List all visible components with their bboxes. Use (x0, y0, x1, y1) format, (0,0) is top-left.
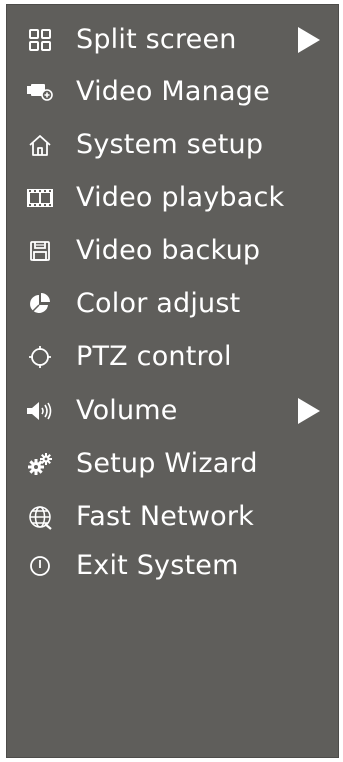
menu-item-video-manage[interactable]: Video Manage (6, 68, 339, 116)
speaker-icon (26, 397, 54, 425)
menu-item-label: Color adjust (76, 288, 241, 319)
globe-icon (26, 503, 54, 531)
menu-item-label: Volume (76, 395, 178, 426)
power-icon (26, 552, 54, 580)
menu-item-system-setup[interactable]: System setup (6, 121, 339, 169)
menu-item-label: PTZ control (76, 341, 232, 372)
crosshair-icon (26, 343, 54, 371)
grid-icon (26, 26, 54, 54)
home-icon (26, 131, 54, 159)
pie-icon (26, 290, 54, 318)
menu-item-fast-network[interactable]: Fast Network (6, 493, 339, 541)
menu-item-setup-wizard[interactable]: Setup Wizard (6, 440, 339, 488)
menu-item-label: Video Manage (76, 76, 270, 107)
menu-item-label: Video backup (76, 235, 261, 266)
floppy-icon (26, 237, 54, 265)
menu-item-ptz-control[interactable]: PTZ control (6, 333, 339, 381)
gears-icon (26, 450, 54, 478)
menu-item-label: Fast Network (76, 501, 254, 532)
menu-item-split-screen[interactable]: Split screen (6, 16, 339, 64)
menu-item-label: Setup Wizard (76, 448, 258, 479)
menu-item-video-playback[interactable]: Video playback (6, 174, 339, 222)
film-icon (26, 184, 54, 212)
submenu-arrow-icon (298, 398, 320, 424)
menu-item-label: Split screen (76, 24, 237, 55)
menu-item-exit-system[interactable]: Exit System (6, 542, 339, 590)
menu-item-label: System setup (76, 129, 264, 160)
menu-item-video-backup[interactable]: Video backup (6, 227, 339, 275)
menu-item-color-adjust[interactable]: Color adjust (6, 280, 339, 328)
submenu-arrow-icon (298, 27, 320, 53)
camera-icon (26, 78, 54, 106)
menu-item-label: Exit System (76, 550, 239, 581)
menu-item-volume[interactable]: Volume (6, 387, 339, 435)
context-menu: Split screen Video Manage System setup V… (6, 4, 339, 758)
menu-item-label: Video playback (76, 182, 285, 213)
